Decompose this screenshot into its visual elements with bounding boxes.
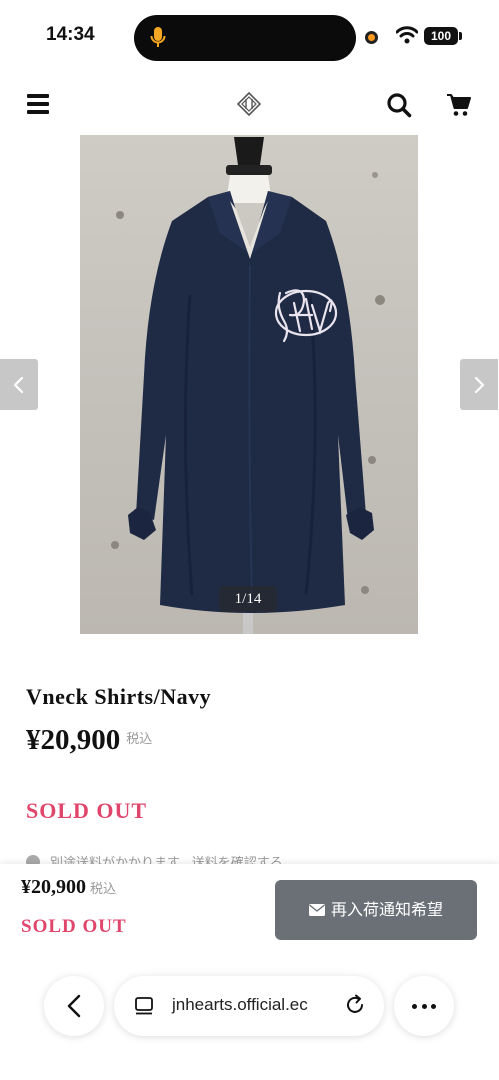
sticky-sold-out-label: SOLD OUT <box>21 916 127 937</box>
browser-toolbar: jnhearts.official.ec <box>0 954 499 1080</box>
search-icon[interactable] <box>386 92 412 118</box>
tabs-icon[interactable] <box>134 996 154 1016</box>
status-time: 14:34 <box>46 24 95 45</box>
address-bar[interactable]: jnhearts.official.ec <box>114 976 384 1036</box>
recording-indicator-icon <box>365 31 378 44</box>
sticky-price-value: ¥20,900 <box>21 876 86 898</box>
wifi-icon <box>396 26 418 44</box>
shipping-note[interactable]: 別途送料がかかります。送料を確認する <box>26 852 283 864</box>
microphone-icon <box>150 27 166 47</box>
cart-icon[interactable] <box>446 93 472 117</box>
chevron-left-icon <box>13 376 24 394</box>
restock-notify-button[interactable]: 再入荷通知希望 <box>275 880 477 940</box>
restock-button-label: 再入荷通知希望 <box>330 900 443 919</box>
product-image[interactable] <box>80 135 418 634</box>
tax-label: 税込 <box>126 732 153 747</box>
sticky-purchase-bar: ¥20,900 税込 SOLD OUT 再入荷通知希望 <box>0 864 499 954</box>
dot <box>421 1004 427 1009</box>
dot <box>431 1004 436 1009</box>
image-counter: 1/14 <box>219 586 277 612</box>
brand-logo-icon[interactable] <box>237 92 261 116</box>
mail-icon <box>308 904 325 916</box>
browser-back-button[interactable] <box>44 976 104 1036</box>
battery-tip <box>459 32 462 40</box>
product-photo-illustration <box>111 137 385 634</box>
shipping-note-text[interactable]: 別途送料がかかります。送料を確認する <box>50 856 283 864</box>
sticky-price: ¥20,900 税込 <box>21 876 116 899</box>
gallery-next-button[interactable] <box>460 359 498 410</box>
dot <box>412 1004 417 1009</box>
product-price: ¥20,900 <box>26 724 121 756</box>
hamburger-icon[interactable] <box>27 94 49 114</box>
gallery-prev-button[interactable] <box>0 359 38 410</box>
info-icon <box>26 855 40 864</box>
status-bar: 14:34 100 <box>0 0 499 70</box>
product-title: Vneck Shirts/Navy <box>26 684 212 709</box>
more-options-button[interactable] <box>394 976 454 1036</box>
battery-icon: 100 <box>424 27 458 45</box>
reload-icon[interactable] <box>344 994 366 1016</box>
price-row: ¥20,900 税込 <box>26 724 152 757</box>
product-gallery[interactable]: 1/14 <box>0 135 499 634</box>
site-header <box>0 78 499 132</box>
chevron-right-icon <box>474 376 485 394</box>
sticky-tax-label: 税込 <box>90 882 117 897</box>
sold-out-label: SOLD OUT <box>26 798 148 823</box>
dynamic-island <box>134 15 356 61</box>
url-text[interactable]: jnhearts.official.ec <box>172 995 308 1015</box>
back-arrow-icon <box>67 994 81 1018</box>
